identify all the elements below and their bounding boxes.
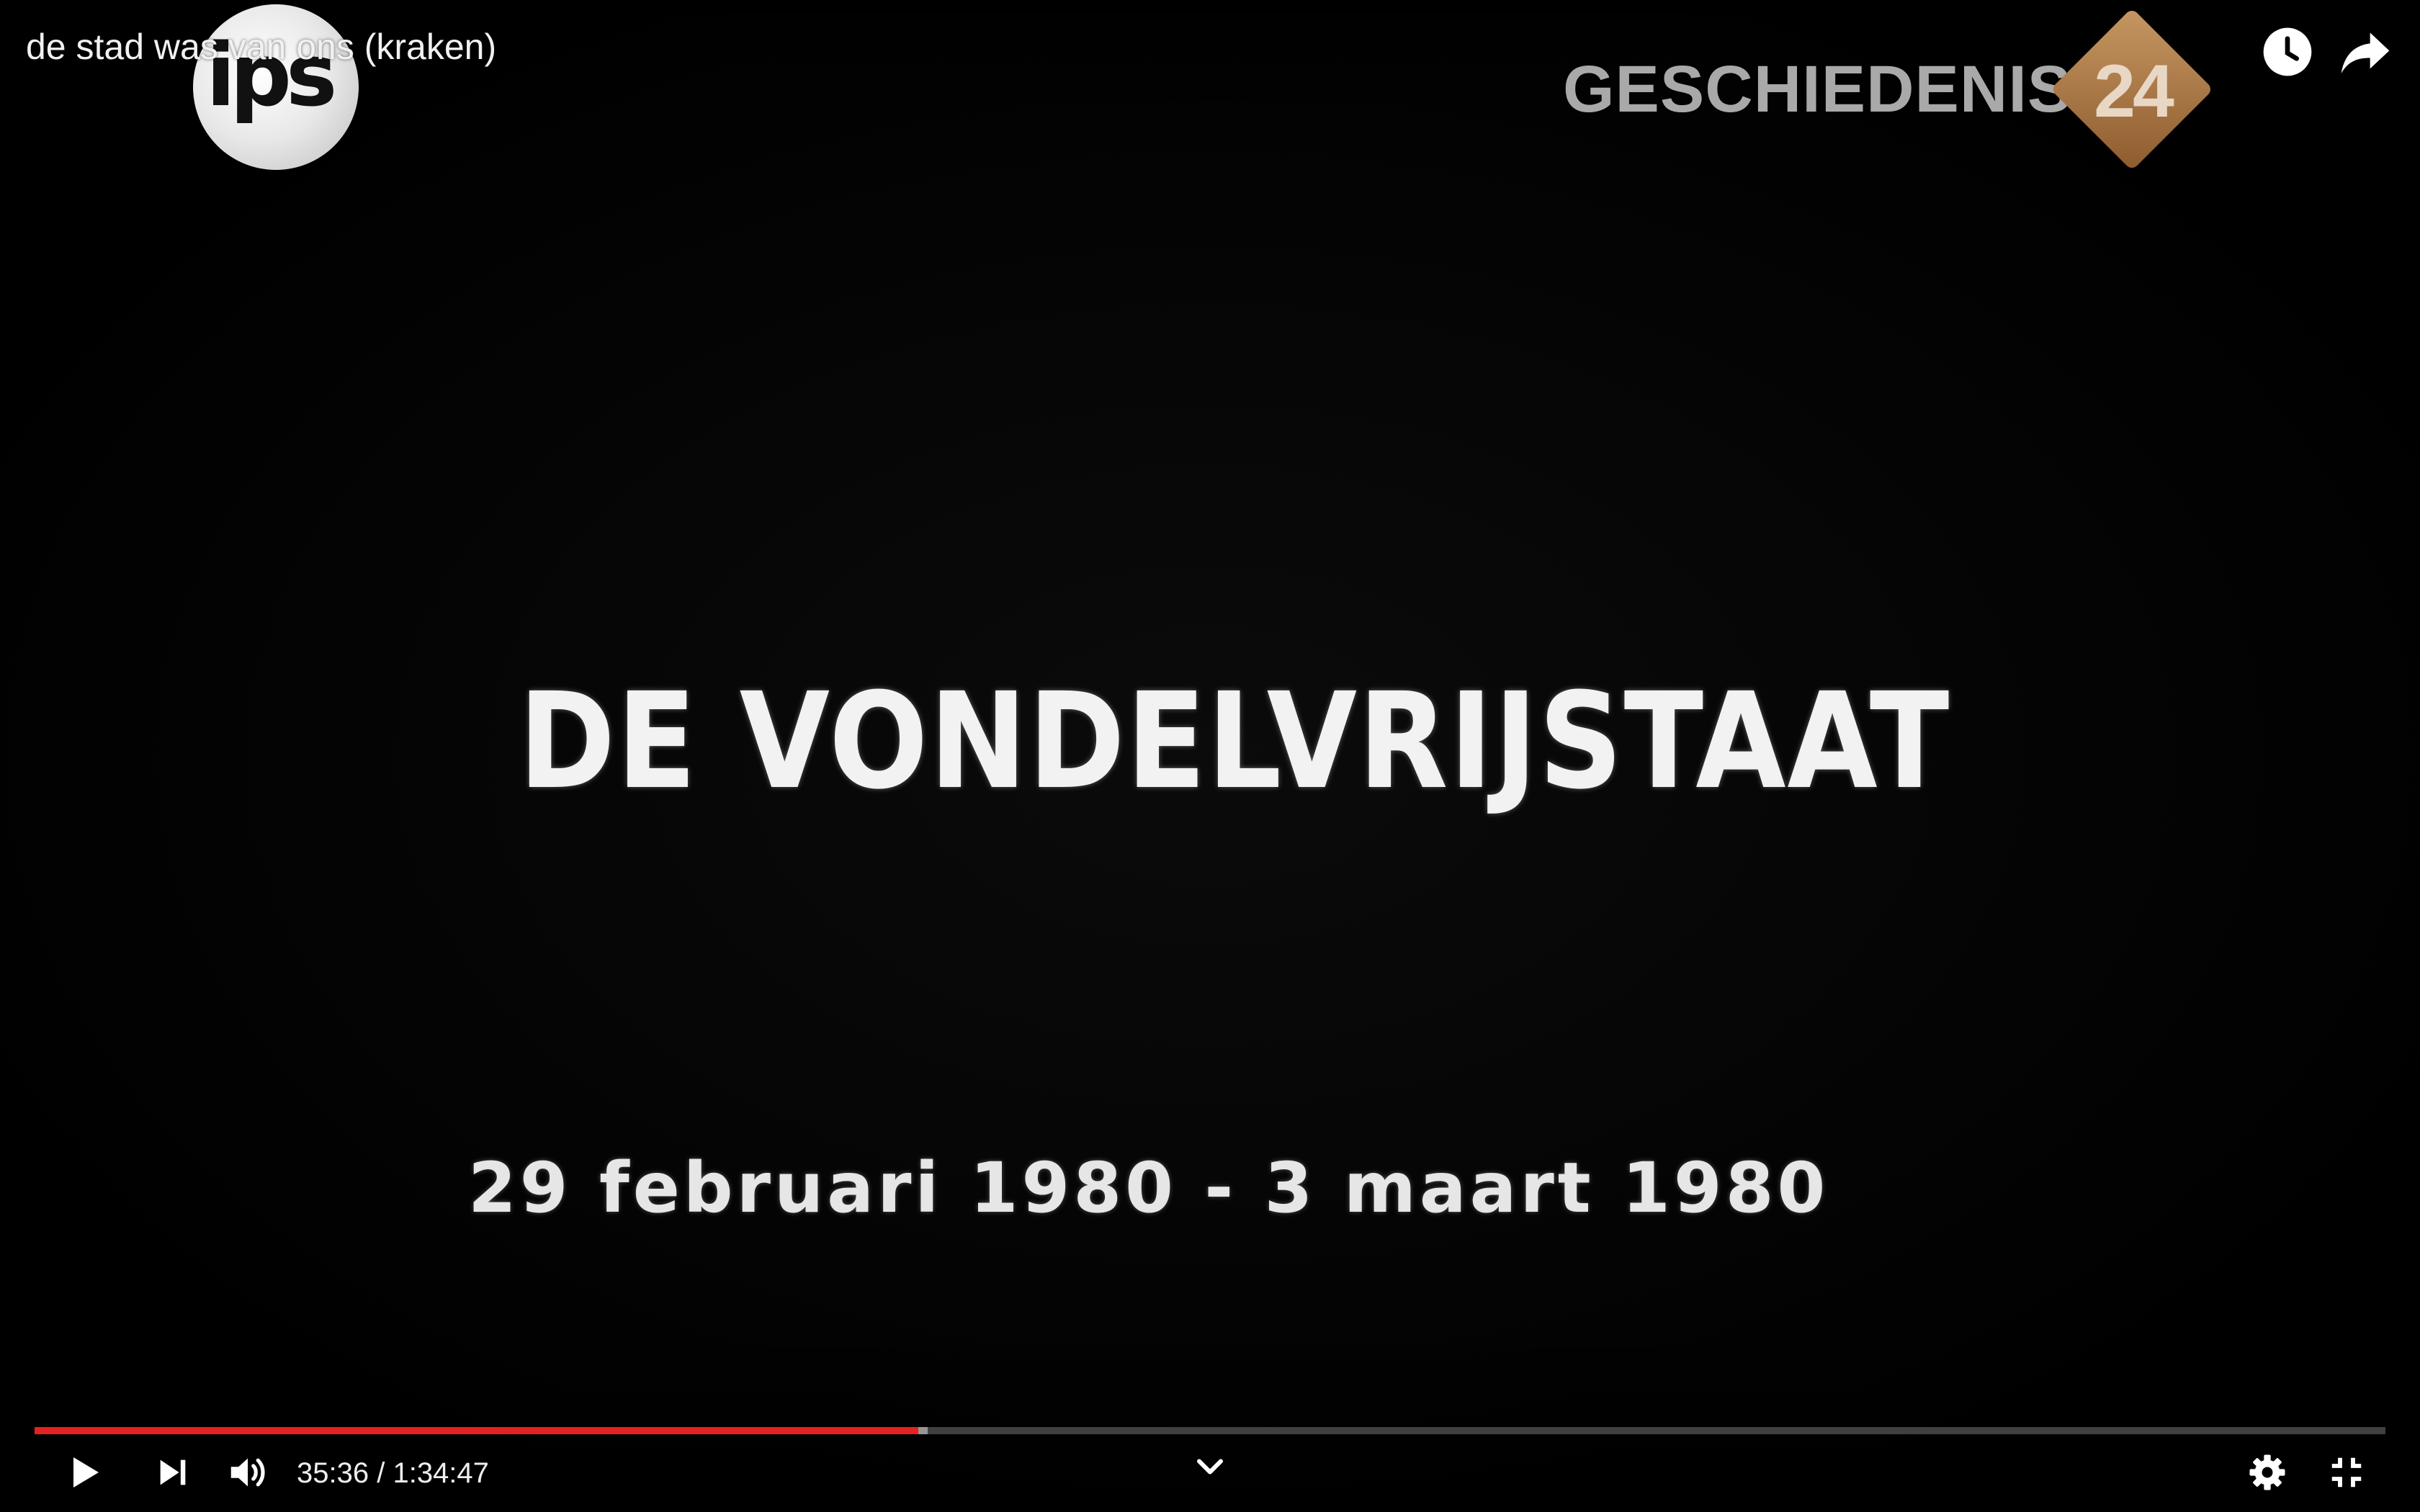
watch-later-button[interactable] — [2259, 23, 2316, 81]
next-button[interactable] — [147, 1444, 199, 1501]
volume-icon — [230, 1458, 265, 1487]
play-icon — [73, 1457, 99, 1488]
overlay-headline: DE VONDELVRIJSTAAT — [519, 665, 1951, 819]
geschiedenis24-logo-text: GESCHIEDENIS — [1563, 53, 2073, 126]
progress-played — [35, 1427, 919, 1434]
settings-button[interactable] — [2241, 1444, 2293, 1501]
chevron-down-button[interactable] — [1188, 1449, 1232, 1485]
overlay-dates: 29 februari 1980 - 3 maart 1980 — [468, 1148, 1829, 1228]
time-separator: / — [369, 1457, 393, 1489]
current-time: 35:36 — [297, 1457, 369, 1489]
share-button[interactable] — [2336, 23, 2394, 81]
geschiedenis24-logo: GESCHIEDENIS 24 — [1563, 7, 2214, 171]
volume-button[interactable] — [222, 1444, 274, 1501]
exit-fullscreen-button[interactable] — [2321, 1444, 2372, 1501]
time-display: 35:36 / 1:34:47 — [297, 1453, 489, 1493]
progress-bar[interactable] — [35, 1427, 2385, 1434]
geschiedenis24-logo-number: 24 — [2094, 50, 2174, 133]
clock-icon — [2263, 27, 2312, 76]
play-button[interactable] — [58, 1444, 109, 1501]
video-title[interactable]: de stad was van ons (kraken) — [26, 26, 496, 68]
exit-fullscreen-icon — [2331, 1457, 2362, 1488]
gear-icon — [2249, 1454, 2285, 1490]
share-arrow-icon — [2341, 32, 2390, 73]
next-icon — [160, 1459, 186, 1485]
duration: 1:34:47 — [393, 1457, 489, 1489]
video-player[interactable]: ips GESCHIEDENIS 24 de stad was van ons … — [0, 0, 2420, 1512]
chevron-down-icon — [1197, 1459, 1223, 1475]
